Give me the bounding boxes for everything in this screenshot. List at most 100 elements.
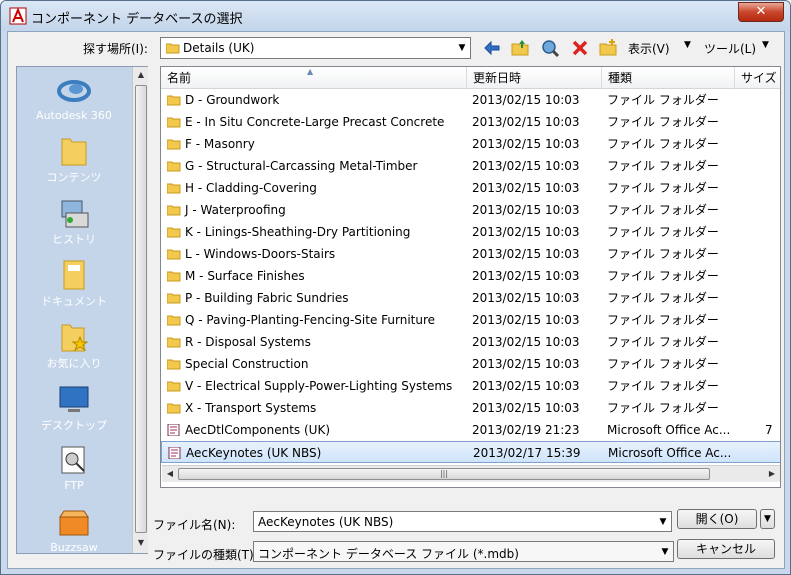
folder-icon <box>167 337 181 347</box>
file-date: 2013/02/15 10:03 <box>472 115 580 129</box>
folder-icon <box>167 381 181 391</box>
open-dropdown-icon[interactable]: ▼ <box>760 509 775 529</box>
cancel-button[interactable]: キャンセル <box>677 539 775 559</box>
autocad-icon <box>9 7 27 25</box>
view-menu[interactable]: 表示(V) <box>628 40 670 57</box>
tools-dropdown-icon[interactable]: ▼ <box>762 40 769 50</box>
file-type: Microsoft Office Ac... <box>607 423 731 437</box>
table-row[interactable]: E - In Situ Concrete-Large Precast Concr… <box>161 111 780 133</box>
scroll-left-icon[interactable]: ◀ <box>162 466 178 482</box>
file-type: ファイル フォルダー <box>607 159 719 173</box>
table-row[interactable]: AecDtlComponents (UK) 2013/02/19 21:23 Mic… <box>161 419 780 441</box>
file-name-cell: Q - Paving-Planting-Fencing-Site Furnitu… <box>167 309 467 331</box>
table-row[interactable]: F - Masonry 2013/02/15 10:03 ファイル フォルダー <box>161 133 780 155</box>
table-row[interactable]: M - Surface Finishes 2013/02/15 10:03 ファイル… <box>161 265 780 287</box>
table-row[interactable]: K - Linings-Sheathing-Dry Partitioning 20… <box>161 221 780 243</box>
folder-icon <box>167 315 181 325</box>
filetype-value: コンポーネント データベース ファイル (*.mdb) <box>258 547 519 561</box>
scroll-thumb[interactable]: ||| <box>178 468 710 480</box>
delete-icon[interactable] <box>570 38 590 58</box>
file-name: E - In Situ Concrete-Large Precast Concr… <box>185 115 445 129</box>
filetype-label: ファイルの種類(T): <box>153 548 258 562</box>
buzzsaw-icon <box>59 510 89 536</box>
table-row[interactable]: V - Electrical Supply-Power-Lighting Sys… <box>161 375 780 397</box>
file-name: J - Waterproofing <box>185 203 286 217</box>
file-name-cell: L - Windows-Doors-Stairs <box>167 243 467 265</box>
place-favorites[interactable]: お気に入り <box>17 319 131 371</box>
column-size[interactable]: サイズ <box>735 67 780 89</box>
file-date: 2013/02/15 10:03 <box>472 93 580 107</box>
desktop-icon <box>59 386 89 412</box>
folder-icon <box>167 95 181 105</box>
place-buzzsaw[interactable]: Buzzsaw <box>17 505 131 554</box>
place-history[interactable]: ヒストリ <box>17 195 131 247</box>
file-type: ファイル フォルダー <box>607 93 719 107</box>
table-row[interactable]: Special Construction 2013/02/15 10:03 ファイル… <box>161 353 780 375</box>
scroll-down-icon[interactable]: ▼ <box>133 535 149 551</box>
file-type: ファイル フォルダー <box>607 225 719 239</box>
file-name: L - Windows-Doors-Stairs <box>185 247 336 261</box>
column-date[interactable]: 更新日時 <box>467 67 602 89</box>
horizontal-scrollbar[interactable]: ◀ ||| ▶ <box>162 465 780 482</box>
file-date: 2013/02/15 10:03 <box>472 137 580 151</box>
place-autodesk-360[interactable]: Autodesk 360 <box>17 73 131 122</box>
column-type[interactable]: 種類 <box>602 67 735 89</box>
up-folder-icon[interactable] <box>510 38 530 58</box>
table-row[interactable]: H - Cladding-Covering 2013/02/15 10:03 ファイ… <box>161 177 780 199</box>
file-date: 2013/02/15 10:03 <box>472 401 580 415</box>
search-web-icon[interactable] <box>540 38 560 58</box>
back-icon[interactable] <box>482 38 502 58</box>
table-row[interactable]: G - Structural-Carcassing Metal-Timber 20… <box>161 155 780 177</box>
file-name-cell: D - Groundwork <box>167 89 467 111</box>
chevron-down-icon[interactable]: ▼ <box>657 542 673 562</box>
place-content[interactable]: コンテンツ <box>17 133 131 185</box>
lookin-combo[interactable]: Details (UK) ▼ <box>160 37 471 59</box>
table-row[interactable]: J - Waterproofing 2013/02/15 10:03 ファイル フォ… <box>161 199 780 221</box>
chevron-down-icon[interactable]: ▼ <box>454 38 470 58</box>
table-row[interactable]: AecKeynotes (UK NBS) 2013/02/17 15:39 Micr… <box>161 441 780 463</box>
scroll-thumb[interactable] <box>135 85 147 533</box>
open-button[interactable]: 開く(O) <box>677 509 757 529</box>
table-row[interactable]: Q - Paving-Planting-Fencing-Site Furnitu… <box>161 309 780 331</box>
table-row[interactable]: D - Groundwork 2013/02/15 10:03 ファイル フォルダー <box>161 89 780 111</box>
close-button[interactable]: ✕ <box>738 2 784 22</box>
filename-value: AecKeynotes (UK NBS) <box>258 515 394 529</box>
file-type: ファイル フォルダー <box>607 203 719 217</box>
view-dropdown-icon[interactable]: ▼ <box>684 40 691 50</box>
place-desktop[interactable]: デスクトップ <box>17 381 131 433</box>
folder-icon <box>167 161 181 171</box>
file-name: Q - Paving-Planting-Fencing-Site Furnitu… <box>185 313 436 327</box>
table-row[interactable]: P - Building Fabric Sundries 2013/02/15 1… <box>161 287 780 309</box>
place-ftp[interactable]: FTP <box>17 443 131 492</box>
file-type: ファイル フォルダー <box>607 247 719 261</box>
scroll-right-icon[interactable]: ▶ <box>764 466 780 482</box>
place-documents[interactable]: ドキュメント <box>17 257 131 309</box>
chevron-down-icon[interactable]: ▼ <box>655 512 671 532</box>
filetype-combo[interactable]: コンポーネント データベース ファイル (*.mdb) ▼ <box>253 541 674 562</box>
new-folder-icon[interactable] <box>598 38 618 58</box>
dialog-body: 探す場所(I): Details (UK) ▼ 表示(V) ▼ ツール(L) ▼… <box>7 31 785 569</box>
autodesk-360-icon <box>57 80 91 102</box>
place-label: ドキュメント <box>41 295 107 308</box>
table-row[interactable]: X - Transport Systems 2013/02/15 10:03 ファイ… <box>161 397 780 419</box>
file-size: 7 <box>765 423 773 437</box>
scroll-up-icon[interactable]: ▲ <box>133 67 149 83</box>
file-date: 2013/02/15 10:03 <box>472 269 580 283</box>
file-name: M - Surface Finishes <box>185 269 305 283</box>
filename-combo[interactable]: AecKeynotes (UK NBS) ▼ <box>253 511 672 532</box>
column-name[interactable]: 名前 ▲ <box>161 67 467 89</box>
places-scrollbar[interactable]: ▲ ▼ <box>132 67 148 553</box>
file-type: ファイル フォルダー <box>607 137 719 151</box>
table-row[interactable]: R - Disposal Systems 2013/02/15 10:03 ファイル… <box>161 331 780 353</box>
tools-menu[interactable]: ツール(L) <box>704 40 756 57</box>
file-type: ファイル フォルダー <box>607 313 719 327</box>
table-row[interactable]: L - Windows-Doors-Stairs 2013/02/15 10:03… <box>161 243 780 265</box>
file-date: 2013/02/15 10:03 <box>472 379 580 393</box>
file-size <box>765 331 780 353</box>
documents-icon <box>63 260 85 290</box>
folder-icon <box>166 43 180 54</box>
file-size <box>765 353 780 375</box>
file-name: F - Masonry <box>185 137 255 151</box>
title-bar[interactable]: コンポーネント データベースの選択 ✕ <box>1 1 790 31</box>
file-type: Microsoft Office Ac... <box>608 446 732 460</box>
